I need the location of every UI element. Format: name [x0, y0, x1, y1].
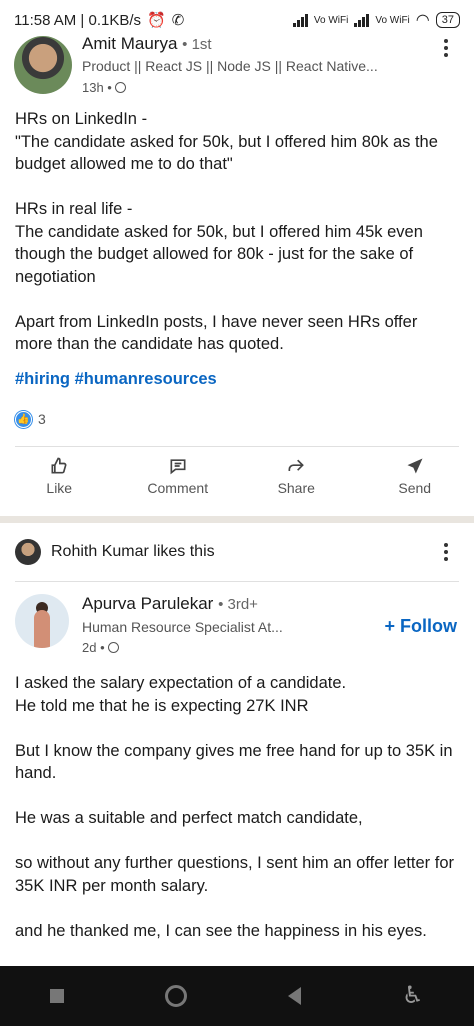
more-options-icon[interactable]	[436, 38, 456, 58]
author-name[interactable]: Amit Maurya	[82, 34, 177, 53]
post-separator	[0, 516, 474, 523]
post-author-header[interactable]: Apurva Parulekar • 3rd+ Human Resource S…	[0, 582, 474, 662]
author-headline: Product || React JS || Node JS || React …	[82, 58, 378, 74]
author-name-line[interactable]: Amit Maurya • 1st	[82, 34, 212, 54]
more-options-icon[interactable]	[436, 542, 456, 562]
thumbs-up-icon	[51, 457, 67, 473]
volte-wifi-label: Vo WiFi	[313, 14, 349, 26]
post-time: 2d •	[82, 640, 105, 655]
post-hashtags[interactable]: #hiring #humanresources	[0, 370, 474, 389]
liker-avatar	[15, 539, 41, 565]
connection-degree: • 1st	[182, 36, 212, 53]
volte-wifi-label-2: Vo WiFi	[375, 14, 410, 26]
send-plane-icon	[407, 458, 423, 473]
feed-post-1: Amit Maurya • 1st Product || React JS ||…	[0, 28, 474, 505]
follow-button[interactable]: + Follow	[384, 616, 457, 637]
globe-icon	[114, 82, 126, 93]
home-button-icon[interactable]	[165, 985, 188, 1007]
author-name[interactable]: Apurva Parulekar	[82, 594, 213, 613]
post-line: He told me that he is expecting 27K INR	[15, 696, 309, 715]
author-headline: Human Resource Specialist At...	[82, 619, 283, 635]
share-arrow-icon	[288, 459, 305, 471]
send-label: Send	[398, 479, 432, 496]
recents-button-icon[interactable]	[50, 989, 65, 1003]
post-timestamp: 13h •	[82, 80, 126, 95]
author-avatar[interactable]	[14, 36, 72, 94]
post-time: 13h •	[82, 80, 112, 95]
post-actions: Like Comment Share Send	[0, 447, 474, 505]
signal-icon	[292, 13, 308, 27]
alarm-icon: ⏰	[147, 12, 166, 29]
post-line: But I know the company gives me free han…	[15, 741, 453, 783]
connection-degree: • 3rd+	[218, 596, 258, 613]
post-timestamp: 2d •	[82, 640, 119, 655]
post-line: and he thanked me, I can see the happine…	[15, 921, 427, 940]
post-line: I asked the salary expectation of a cand…	[15, 674, 347, 692]
like-button[interactable]: Like	[9, 456, 109, 496]
post-body: I asked the salary expectation of a cand…	[0, 672, 474, 942]
system-nav-bar: ♿	[0, 966, 474, 1026]
reaction-count: 3	[38, 411, 46, 427]
reactions-summary[interactable]: 👍 3	[0, 410, 474, 428]
post-line: so without any further questions, I sent…	[15, 854, 455, 895]
feed-post-2: Rohith Kumar likes this Apurva Parulekar…	[0, 523, 474, 942]
social-context-text: Rohith Kumar likes this	[51, 543, 215, 560]
comment-button[interactable]: Comment	[128, 456, 228, 496]
post-line: HRs in real life -	[15, 200, 133, 218]
like-label: Like	[46, 479, 73, 496]
post-body: HRs on LinkedIn - "The candidate asked f…	[0, 108, 474, 356]
post-line: He was a suitable and perfect match cand…	[15, 809, 363, 827]
share-label: Share	[277, 479, 315, 496]
signal-icon-2	[354, 13, 370, 27]
call-icon: ✆	[171, 12, 185, 29]
battery-icon: 37	[435, 12, 460, 28]
wifi-icon: ◠	[415, 12, 430, 29]
back-button-icon[interactable]	[288, 987, 302, 1005]
post-line: "The candidate asked for 50k, but I offe…	[15, 132, 438, 174]
comment-label: Comment	[147, 479, 209, 496]
post-line: HRs on LinkedIn -	[15, 110, 148, 128]
globe-icon	[107, 642, 119, 653]
send-button[interactable]: Send	[365, 456, 465, 496]
comment-icon	[170, 458, 186, 474]
author-name-line[interactable]: Apurva Parulekar • 3rd+	[82, 594, 258, 614]
status-time: 11:58 AM | 0.1KB/s	[14, 11, 142, 29]
author-avatar[interactable]	[15, 594, 69, 648]
social-context-header[interactable]: Rohith Kumar likes this	[0, 523, 474, 581]
like-reaction-icon: 👍	[15, 410, 32, 428]
share-button[interactable]: Share	[246, 456, 346, 496]
post-line: The candidate asked for 50k, but I offer…	[15, 222, 423, 286]
post-line: Apart from LinkedIn posts, I have never …	[15, 312, 418, 354]
accessibility-icon[interactable]: ♿	[402, 984, 424, 1008]
post-author-header[interactable]: Amit Maurya • 1st Product || React JS ||…	[0, 28, 474, 100]
